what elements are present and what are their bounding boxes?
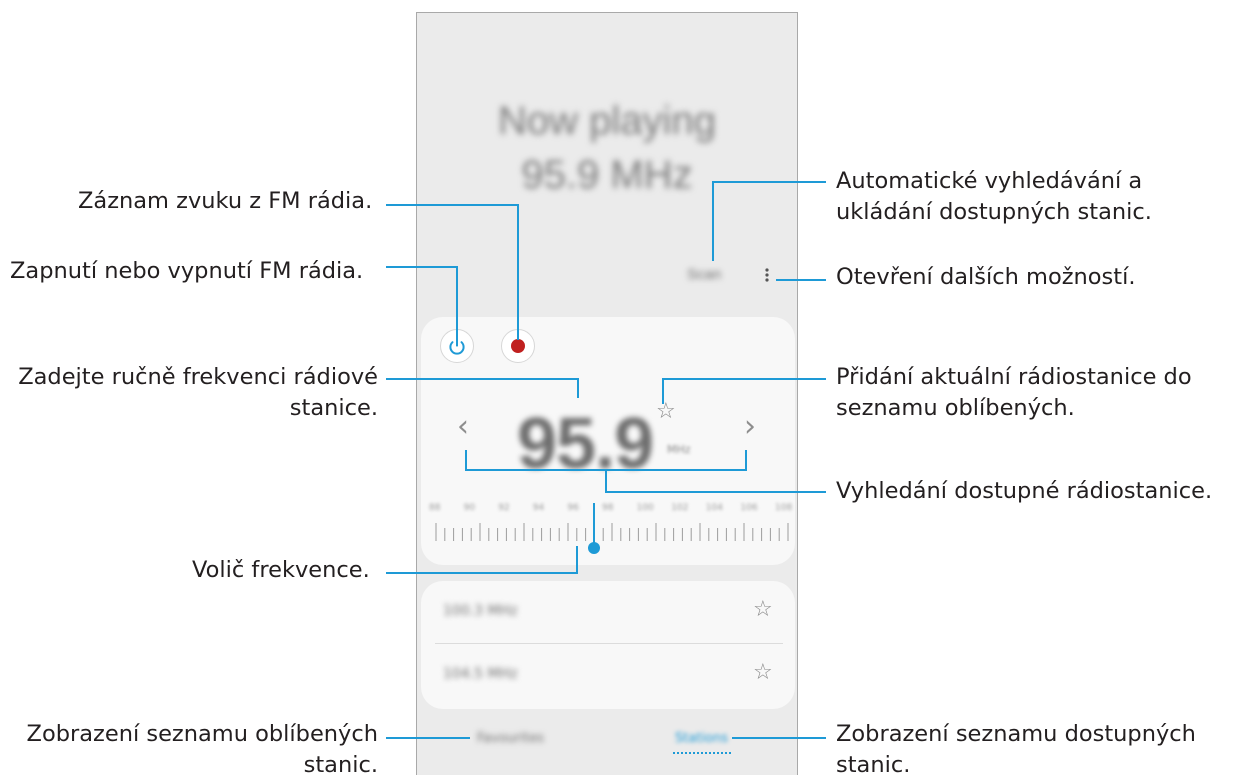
callout-add-favourite: Přidání aktuální rádiostanice do seznamu…	[836, 362, 1192, 424]
station-frequency: 100.3 MHz	[443, 603, 518, 619]
callout-tuner: Volič frekvence.	[192, 557, 370, 583]
callout-search: Vyhledání dostupné rádiostanice.	[836, 478, 1213, 504]
tab-stations[interactable]: Stations	[675, 731, 728, 746]
star-outline-icon[interactable]: ☆	[753, 660, 773, 685]
callout-fav-list-line2: stanic.	[303, 752, 378, 778]
scale-label: 98	[602, 503, 614, 513]
leader-line	[386, 204, 519, 206]
scale-label: 106	[740, 503, 758, 513]
frequency-ticks	[435, 523, 789, 541]
leader-line	[386, 266, 458, 268]
leader-line	[605, 469, 607, 493]
leader-line	[456, 266, 458, 340]
leader-line	[776, 279, 826, 281]
leader-line	[576, 546, 578, 574]
tuner-handle[interactable]	[588, 542, 601, 554]
callout-more-options: Otevření dalších možností.	[836, 264, 1136, 290]
callout-favourites-list: Zobrazení seznamu oblíbených stanic.	[27, 719, 378, 781]
tuner-card: ‹ › 95.9 MHz ☆ 88 90 92 94 96 98 100 102 104 106 1…	[421, 317, 795, 565]
frequency-display[interactable]: 95.9	[517, 403, 654, 485]
leader-line	[517, 204, 519, 340]
scale-label: 100	[636, 503, 654, 513]
callout-record: Záznam zvuku z FM rádia.	[78, 188, 373, 214]
leader-line	[712, 181, 826, 183]
leader-line	[662, 378, 826, 380]
three-dot-vertical-icon[interactable]	[765, 267, 769, 283]
callout-fav-list-line1: Zobrazení seznamu oblíbených	[26, 721, 378, 747]
star-outline-icon[interactable]: ☆	[656, 399, 676, 424]
leader-line	[732, 737, 826, 739]
phone-screen: Now playing 95.9 MHz Scan ‹ › 95.9 MHz ☆…	[416, 12, 798, 775]
now-playing-frequency: 95.9 MHz	[521, 153, 693, 197]
leader-line	[745, 450, 747, 471]
scan-button[interactable]: Scan	[687, 266, 721, 283]
chevron-right-icon[interactable]: ›	[744, 409, 756, 444]
callout-manual-frequency: Zadejte ručně frekvenci rádiové stanice.	[18, 362, 378, 424]
callout-autoscan-line1: Automatické vyhledávání a	[836, 168, 1143, 194]
scale-label: 88	[429, 503, 441, 513]
scale-label: 104	[705, 503, 723, 513]
frequency-unit: MHz	[667, 443, 691, 456]
leader-line	[606, 491, 826, 493]
callout-add-fav-line2: seznamu oblíbených.	[836, 395, 1075, 421]
star-outline-icon[interactable]: ☆	[753, 597, 773, 622]
list-item[interactable]: 104.5 MHz ☆	[421, 644, 795, 706]
scale-label: 102	[671, 503, 689, 513]
scale-label: 90	[463, 503, 476, 513]
now-playing-label: Now playing	[498, 99, 716, 143]
list-item[interactable]: 100.3 MHz ☆	[421, 581, 795, 643]
tab-active-indicator	[673, 752, 731, 754]
tab-favourites[interactable]: Favourites	[477, 731, 544, 746]
leader-line	[386, 737, 470, 739]
callout-autoscan: Automatické vyhledávání a ukládání dostu…	[836, 166, 1152, 228]
station-list: 100.3 MHz ☆ 104.5 MHz ☆	[421, 581, 795, 709]
callout-manual-line2: stanice.	[289, 395, 378, 421]
leader-line	[662, 378, 664, 404]
callout-station-list-line2: stanic.	[836, 752, 911, 778]
leader-line	[386, 572, 578, 574]
scale-label: 92	[498, 503, 510, 513]
leader-line	[712, 181, 714, 261]
callout-manual-line1: Zadejte ručně frekvenci rádiové	[18, 364, 378, 390]
scale-label: 96	[567, 503, 579, 513]
tuner-needle	[593, 503, 596, 547]
callout-power: Zapnutí nebo vypnutí FM rádia.	[10, 258, 364, 284]
callout-add-fav-line1: Přidání aktuální rádiostanice do	[836, 364, 1192, 390]
leader-line	[386, 378, 579, 380]
leader-line	[465, 450, 467, 471]
leader-line	[577, 378, 579, 398]
scale-label: 108	[775, 503, 793, 513]
scale-label: 94	[532, 503, 545, 513]
callout-stations-list: Zobrazení seznamu dostupných stanic.	[836, 719, 1196, 781]
station-frequency: 104.5 MHz	[443, 666, 518, 682]
callout-autoscan-line2: ukládání dostupných stanic.	[836, 199, 1152, 225]
callout-station-list-line1: Zobrazení seznamu dostupných	[836, 721, 1196, 747]
chevron-left-icon[interactable]: ‹	[457, 409, 469, 444]
